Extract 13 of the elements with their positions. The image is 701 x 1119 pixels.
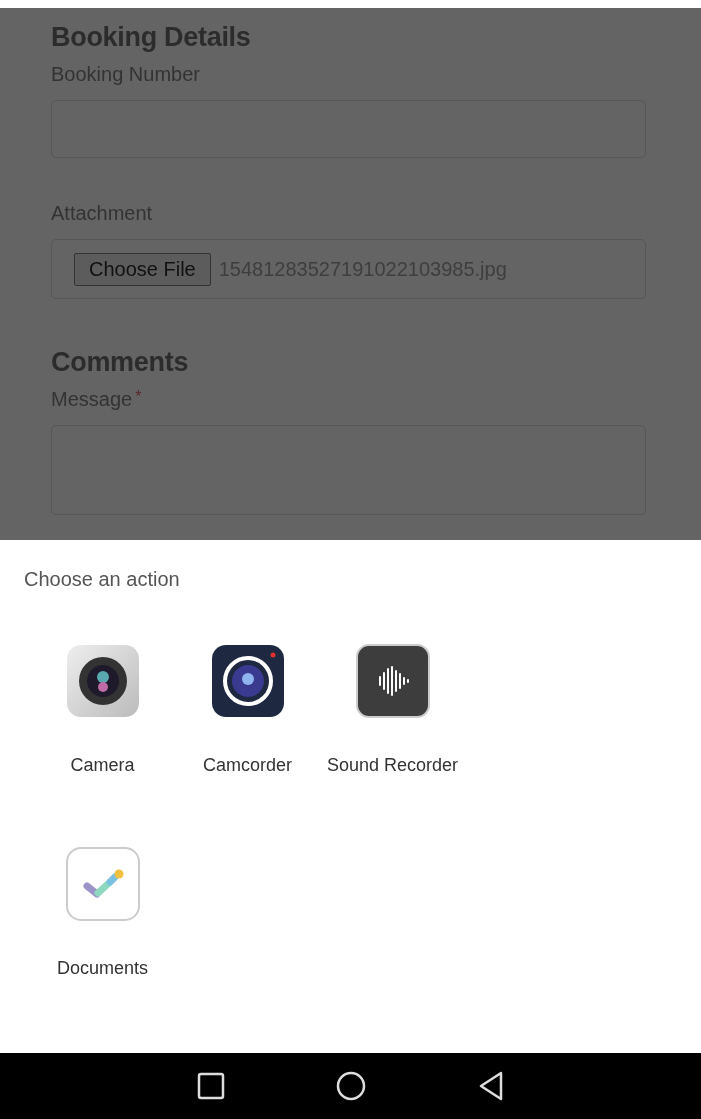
app-option[interactable]: Sound Recorder (320, 643, 465, 776)
sound-wave-icon (354, 643, 431, 719)
home-icon[interactable] (334, 1070, 367, 1102)
section-heading: Comments (51, 347, 190, 378)
required-mark: * (135, 388, 142, 406)
checkmark-icon (64, 846, 141, 922)
app-option[interactable]: Documents (30, 846, 175, 979)
camera-lens-icon (209, 643, 286, 719)
app-option[interactable]: Camcorder (175, 643, 320, 776)
camera-lens-icon (64, 643, 141, 719)
sheet-title: Choose an action (24, 568, 181, 591)
section-heading: Booking Details (51, 22, 252, 53)
app-option[interactable]: Camera (30, 643, 175, 776)
